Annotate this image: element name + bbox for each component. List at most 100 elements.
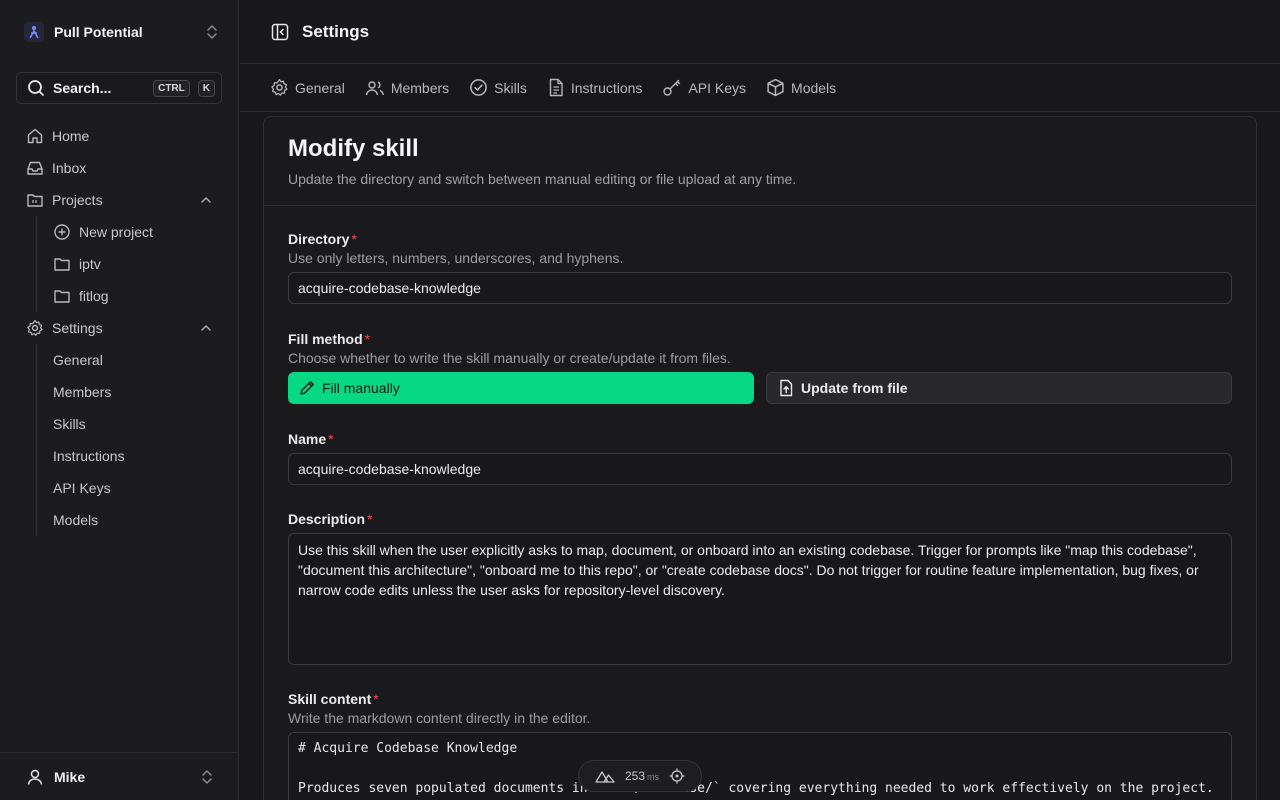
render-timing-value: 253 [624,769,646,783]
fill-method-field: Fill method * Choose whether to write the… [288,331,1232,404]
editor-line: Produces seven populated documents in `d… [298,781,1214,796]
sidebar-item-label: New project [79,224,153,240]
fill-manually-label: Fill manually [322,380,400,396]
sidebar-item-projects[interactable]: Projects [16,184,222,216]
name-input[interactable]: acquire-codebase-knowledge [288,453,1232,485]
workspace-logo-icon [24,22,44,42]
sidebar-item-label: Inbox [52,160,87,176]
chevron-up-down-icon [206,24,218,40]
tab-api-keys[interactable]: API Keys [662,79,746,97]
required-mark: * [373,691,379,707]
nuxt-logo-icon[interactable] [595,769,615,783]
inbox-icon [26,159,44,177]
tab-models[interactable]: Models [766,78,836,97]
key-icon [662,79,682,97]
sidebar-item-home[interactable]: Home [16,120,222,152]
users-icon [365,79,385,97]
sidebar-item-label: Settings [52,320,103,336]
update-from-file-button[interactable]: Update from file [766,372,1232,404]
render-timing-unit: ms [647,772,660,782]
sidebar-item-label: iptv [79,256,101,272]
sidebar-item-label: Instructions [53,448,125,464]
directory-help: Use only letters, numbers, underscores, … [288,250,624,266]
required-mark: * [367,511,373,527]
user-icon [26,768,44,786]
file-text-icon [547,78,565,97]
page-title: Settings [302,21,370,41]
sidebar-item-skills[interactable]: Skills [53,408,222,440]
workspace-switcher[interactable]: Pull Potential [16,16,222,48]
chevron-up-down-icon [201,769,213,785]
required-mark: * [364,331,371,347]
name-field: Name * acquire-codebase-knowledge [288,431,1232,485]
dev-toolbar[interactable]: 253 ms [578,760,702,792]
crosshair-icon[interactable] [669,768,685,784]
sidebar-item-label: General [53,352,103,368]
chevron-up-icon[interactable] [200,194,212,206]
sidebar-item-label: Projects [52,192,103,208]
fill-method-help: Choose whether to write the skill manual… [288,350,731,366]
chevron-up-icon[interactable] [200,322,212,334]
sidebar-item-project-fitlog[interactable]: fitlog [53,280,222,312]
sidebar-item-general[interactable]: General [53,344,222,376]
description-textarea[interactable]: Use this skill when the user explicitly … [288,533,1232,665]
tab-label: Instructions [570,79,643,96]
workspace-name: Pull Potential [54,24,143,40]
sidebar-item-label: API Keys [53,480,111,496]
sidebar-nav: Home Inbox Projects New project iptv fit… [16,120,222,536]
tab-label: General [295,79,345,96]
sidebar-toggle-icon[interactable] [270,22,290,42]
tab-general[interactable]: General [270,78,345,97]
search-icon [27,79,45,97]
tab-skills[interactable]: Skills [469,78,527,97]
settings-tabs: General Members Skills Instructions API … [240,64,1280,112]
description-field: Description * Use this skill when the use… [288,511,1232,665]
sidebar-item-label: Home [52,128,90,144]
tab-label: API Keys [688,79,747,96]
sidebar-item-members[interactable]: Members [53,376,222,408]
required-mark: * [328,431,334,447]
home-icon [26,127,44,145]
directory-input[interactable]: acquire-codebase-knowledge [288,272,1232,304]
description-label: Description [288,511,366,527]
tab-instructions[interactable]: Instructions [547,78,643,97]
card-header: Modify skill Update the directory and sw… [264,117,1256,206]
cube-icon [766,78,785,97]
name-label: Name [288,431,327,447]
check-circle-icon [469,78,488,97]
sidebar-item-settings[interactable]: Settings [16,312,222,344]
sidebar-item-inbox[interactable]: Inbox [16,152,222,184]
user-menu[interactable]: Mike [0,752,239,800]
plus-circle-icon [53,223,71,241]
tab-label: Models [791,79,837,96]
tab-members[interactable]: Members [365,79,449,97]
sidebar-item-project-iptv[interactable]: iptv [53,248,222,280]
directory-label: Directory [288,231,350,247]
sidebar-item-label: Models [53,512,99,528]
update-from-file-label: Update from file [801,380,908,396]
sidebar-item-label: fitlog [79,288,109,304]
sidebar-item-label: Members [53,384,112,400]
folder-icon [53,287,71,305]
user-name: Mike [54,768,86,785]
fill-manually-button[interactable]: Fill manually [288,372,754,404]
sidebar-item-label: Skills [53,416,86,432]
settings-submenu: General Members Skills Instructions API … [36,344,222,536]
sidebar-item-api-keys[interactable]: API Keys [53,472,222,504]
skill-content-help: Write the markdown content directly in t… [288,710,591,726]
search-button[interactable]: Search... CTRL K [16,72,222,104]
pencil-icon [298,379,316,397]
sidebar: Pull Potential Search... CTRL K Home Inb… [0,0,239,800]
page-header: Settings [240,0,1280,64]
sidebar-item-instructions[interactable]: Instructions [53,440,222,472]
shortcut-key-k: K [197,79,215,97]
gear-icon [270,78,289,97]
sidebar-item-new-project[interactable]: New project [53,216,222,248]
skill-content-editor[interactable]: # Acquire Codebase Knowledge Produces sev… [288,732,1232,800]
gear-icon [26,319,44,337]
folder-icon [53,255,71,273]
folder-icon [26,191,44,209]
sidebar-item-models[interactable]: Models [53,504,222,536]
tab-label: Members [390,79,450,96]
shortcut-key-ctrl: CTRL [153,79,190,97]
